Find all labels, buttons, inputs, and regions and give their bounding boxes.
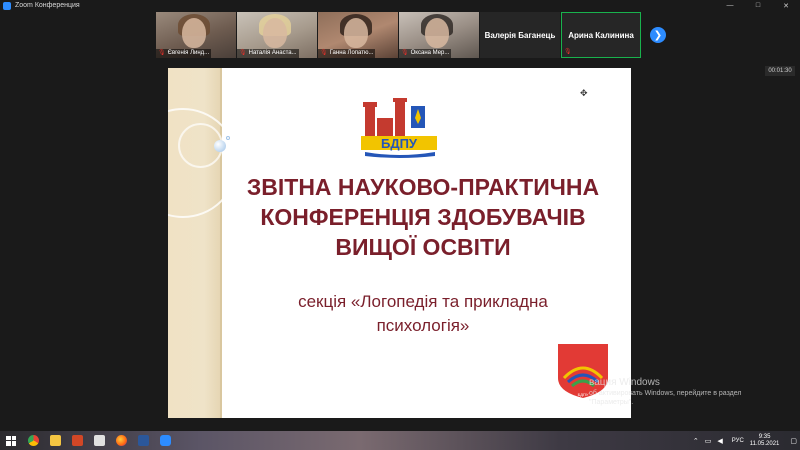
participant-name-bar: 🎙︎ Ганна Лопатю... bbox=[318, 49, 376, 58]
participant-name: Наталія Анаста... bbox=[248, 50, 297, 56]
chevron-up-icon[interactable]: ⌃ bbox=[693, 437, 699, 445]
taskbar-media[interactable] bbox=[88, 431, 110, 450]
participant-name-bar: 🎙︎ Євгенія Линд... bbox=[156, 49, 212, 58]
zoom-icon bbox=[159, 435, 171, 446]
participant-name: Євгенія Линд... bbox=[167, 50, 210, 56]
participant-face bbox=[182, 18, 206, 48]
network-icon[interactable]: ▭ bbox=[705, 437, 712, 445]
recording-timer: 00:01:30 bbox=[765, 66, 795, 76]
windows-taskbar: ⌃ ▭ ◀ РУС 9:35 11.05.2021 ▢ bbox=[0, 431, 800, 450]
powerpoint-icon bbox=[71, 435, 83, 446]
participant-name-bar: 🎙︎ Оксана Мер... bbox=[399, 49, 452, 58]
section-line: секція «Логопедія та прикладна bbox=[298, 292, 548, 311]
window-title: Zoom Конференция bbox=[15, 2, 80, 9]
mic-muted-icon: 🎙︎ bbox=[401, 50, 409, 56]
system-tray: ⌃ ▭ ◀ РУС 9:35 11.05.2021 ▢ bbox=[690, 431, 800, 450]
decorative-bubble bbox=[214, 140, 226, 152]
heading-line: ВИЩОЇ ОСВІТИ bbox=[335, 234, 511, 260]
taskbar-word[interactable] bbox=[132, 431, 154, 450]
participant-name: Валерія Баганець bbox=[484, 30, 556, 40]
logo-text: БДПУ bbox=[381, 136, 418, 151]
mic-muted-icon: 🎙︎ bbox=[239, 50, 247, 56]
participant-tile[interactable]: 🎙︎ Ганна Лопатю... bbox=[318, 12, 398, 58]
participant-tile[interactable]: 🎙︎ Наталія Анаста... bbox=[237, 12, 317, 58]
clock-date: 11.05.2021 bbox=[749, 440, 780, 447]
chevron-right-icon: ❯ bbox=[653, 29, 663, 41]
heading-line: КОНФЕРЕНЦІЯ ЗДОБУВАЧІВ bbox=[260, 204, 586, 230]
watermark-title: вация Windows bbox=[589, 377, 660, 388]
language-indicator[interactable]: РУС bbox=[732, 438, 744, 444]
shared-screen-slide: ✥ БДПУ ЗВІТНА НАУКОВО-ПРАКТИЧНА КОНФЕРЕН… bbox=[168, 68, 631, 418]
title-bar: Zoom Конференция — □ ✕ bbox=[0, 0, 800, 11]
participant-face bbox=[263, 18, 287, 48]
participant-face bbox=[425, 18, 449, 48]
participant-tile[interactable]: Валерія Баганець bbox=[480, 12, 560, 58]
mic-muted-icon: 🎙︎ bbox=[564, 49, 572, 55]
zoom-app-icon bbox=[3, 1, 11, 10]
participant-tile-active-speaker[interactable]: Арина Калинина 🎙︎ bbox=[561, 12, 641, 58]
word-icon bbox=[137, 435, 149, 446]
clock-time: 9:35 bbox=[758, 433, 771, 440]
media-icon bbox=[93, 435, 105, 446]
start-button[interactable] bbox=[0, 431, 22, 450]
participant-name: Арина Калинина bbox=[568, 30, 634, 40]
participants-strip: 🎙︎ Євгенія Линд... 🎙︎ Наталія Анаста... … bbox=[156, 12, 641, 58]
taskbar-firefox[interactable] bbox=[110, 431, 132, 450]
university-logo: БДПУ bbox=[361, 98, 437, 158]
watermark-line: об активировать Windows, перейдите в раз… bbox=[589, 390, 742, 397]
slide-heading: ЗВІТНА НАУКОВО-ПРАКТИЧНА КОНФЕРЕНЦІЯ ЗДО… bbox=[223, 172, 623, 262]
participant-tile[interactable]: 🎙︎ Євгенія Линд... bbox=[156, 12, 236, 58]
next-participants-button[interactable]: ❯ bbox=[650, 27, 666, 43]
participant-tile[interactable]: 🎙︎ Оксана Мер... bbox=[399, 12, 479, 58]
mic-muted-icon: 🎙︎ bbox=[320, 50, 328, 56]
taskbar-file-explorer[interactable] bbox=[44, 431, 66, 450]
taskbar-clock[interactable]: 9:35 11.05.2021 bbox=[750, 434, 780, 448]
participant-name: Оксана Мер... bbox=[410, 50, 450, 56]
participant-name-bar: 🎙︎ Наталія Анаста... bbox=[237, 49, 299, 58]
chrome-icon bbox=[27, 435, 39, 446]
participant-face bbox=[344, 18, 368, 48]
taskbar-powerpoint[interactable] bbox=[66, 431, 88, 450]
notifications-icon[interactable]: ▢ bbox=[790, 437, 797, 445]
close-button[interactable]: ✕ bbox=[772, 0, 800, 11]
taskbar-chrome[interactable] bbox=[22, 431, 44, 450]
slide-band-divider bbox=[220, 68, 222, 418]
heading-line: ЗВІТНА НАУКОВО-ПРАКТИЧНА bbox=[246, 174, 600, 200]
watermark-line: "Параметры". bbox=[589, 399, 634, 406]
mic-muted-icon: 🎙︎ bbox=[158, 50, 166, 56]
section-line: психологія» bbox=[376, 316, 470, 335]
window-controls: — □ ✕ bbox=[716, 0, 800, 11]
decorative-dot bbox=[226, 136, 230, 140]
windows-activation-watermark: вация Windows об активировать Windows, п… bbox=[589, 377, 741, 407]
volume-icon[interactable]: ◀ bbox=[717, 437, 722, 445]
folder-icon bbox=[49, 435, 61, 446]
taskbar-zoom[interactable] bbox=[154, 431, 176, 450]
windows-logo-icon bbox=[6, 435, 16, 446]
move-cursor-icon: ✥ bbox=[580, 88, 588, 98]
firefox-icon bbox=[115, 435, 127, 446]
minimize-button[interactable]: — bbox=[716, 0, 744, 11]
slide-section-name: секція «Логопедія та прикладна психологі… bbox=[228, 290, 618, 338]
emblem-footer: БДПУ bbox=[578, 392, 589, 397]
participant-name-bar: 🎙︎ bbox=[562, 48, 576, 57]
participant-name: Ганна Лопатю... bbox=[329, 50, 374, 56]
maximize-button[interactable]: □ bbox=[744, 0, 772, 11]
